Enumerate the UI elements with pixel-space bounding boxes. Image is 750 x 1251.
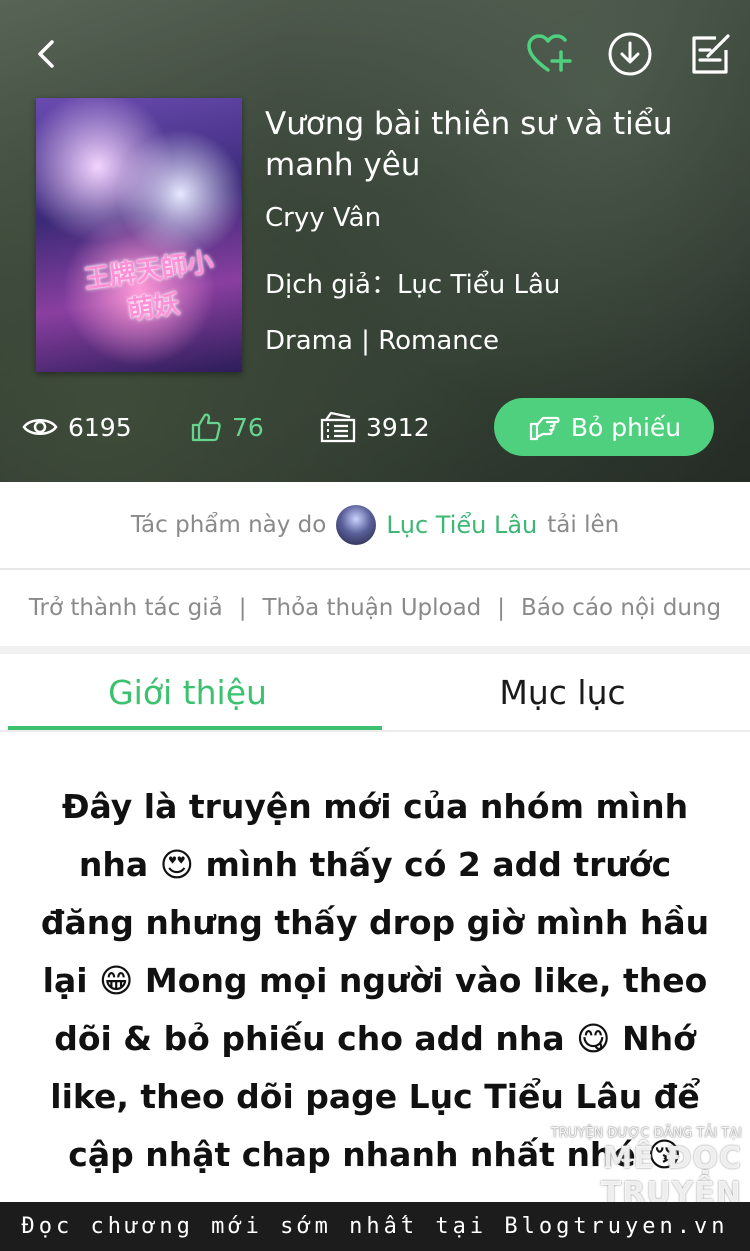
avatar[interactable] (336, 505, 377, 545)
upload-agreement-link[interactable]: Thỏa thuận Upload (262, 595, 481, 621)
book-title: Vương bài thiên sư và tiểu manh yêu (265, 106, 673, 183)
vote-label: Bỏ phiếu (570, 412, 682, 442)
watermark-big: MÊ ĐỌC TRUYỆN (600, 1141, 742, 1211)
book-genres[interactable]: Drama | Romance (265, 326, 499, 356)
book-translator[interactable]: Dịch giả：Lục Tiểu Lâu (265, 264, 560, 301)
watermark-small: TRUYỆN ĐƯỢC ĐĂNG TẢI TẠI (550, 1126, 742, 1141)
book-cover[interactable]: 王牌天師小萌妖 (36, 98, 242, 372)
book-author[interactable]: Cryy Vân (265, 203, 381, 233)
tab-bar: Giới thiệu Mục lục (0, 654, 750, 732)
tickets-stat: 3912 (320, 410, 430, 444)
uploader-info: Tác phẩm này do Lục Tiểu Lâu tải lên (0, 482, 750, 568)
tab-introduction[interactable]: Giới thiệu (0, 654, 375, 730)
eye-icon (22, 419, 58, 435)
chevron-left-icon (38, 40, 54, 68)
uploader-prefix: Tác phẩm này do (130, 512, 327, 538)
hand-point-icon (529, 416, 560, 441)
report-content-link[interactable]: Báo cáo nội dung (521, 595, 721, 621)
likes-count: 76 (232, 412, 264, 442)
footer-links: Trở thành tác giả | Thỏa thuận Upload | … (0, 570, 750, 646)
watermark: TRUYỆN ĐƯỢC ĐĂNG TẢI TẠI MÊ ĐỌC TRUYỆN (492, 1126, 742, 1211)
section-gap (0, 646, 750, 654)
back-button[interactable] (28, 36, 64, 72)
views-count: 6195 (68, 412, 132, 442)
uploader-name-link[interactable]: Lục Tiểu Lâu (386, 511, 537, 539)
book-header: 王牌天師小萌妖 Vương bài thiên sư và tiểu manh … (0, 0, 750, 482)
edit-button[interactable] (686, 30, 734, 78)
link-separator: | (497, 595, 506, 621)
tickets-count: 3912 (366, 412, 430, 442)
become-author-link[interactable]: Trở thành tác giả (29, 595, 223, 621)
heart-plus-icon (527, 34, 572, 72)
likes-stat[interactable]: 76 (190, 410, 264, 444)
tab-table-of-contents[interactable]: Mục lục (375, 654, 750, 730)
thumbs-up-icon (191, 413, 221, 442)
download-button[interactable] (606, 30, 654, 78)
vote-button[interactable]: Bỏ phiếu (494, 398, 714, 456)
favorite-button[interactable] (524, 30, 572, 78)
edit-note-icon (692, 34, 730, 74)
ticket-icon (320, 411, 356, 443)
download-circle-icon (608, 32, 652, 76)
uploader-suffix: tải lên (547, 512, 620, 538)
views-stat: 6195 (22, 410, 132, 444)
cover-title-art: 王牌天師小萌妖 (82, 247, 216, 327)
link-separator: | (238, 595, 247, 621)
tab-bar-divider (0, 730, 750, 732)
promo-footer: Đọc chương mới sớm nhất tại Blogtruyen.v… (0, 1202, 750, 1251)
intro-text: Đây là truyện mới của nhóm mình nha 😍 mì… (40, 787, 710, 1174)
